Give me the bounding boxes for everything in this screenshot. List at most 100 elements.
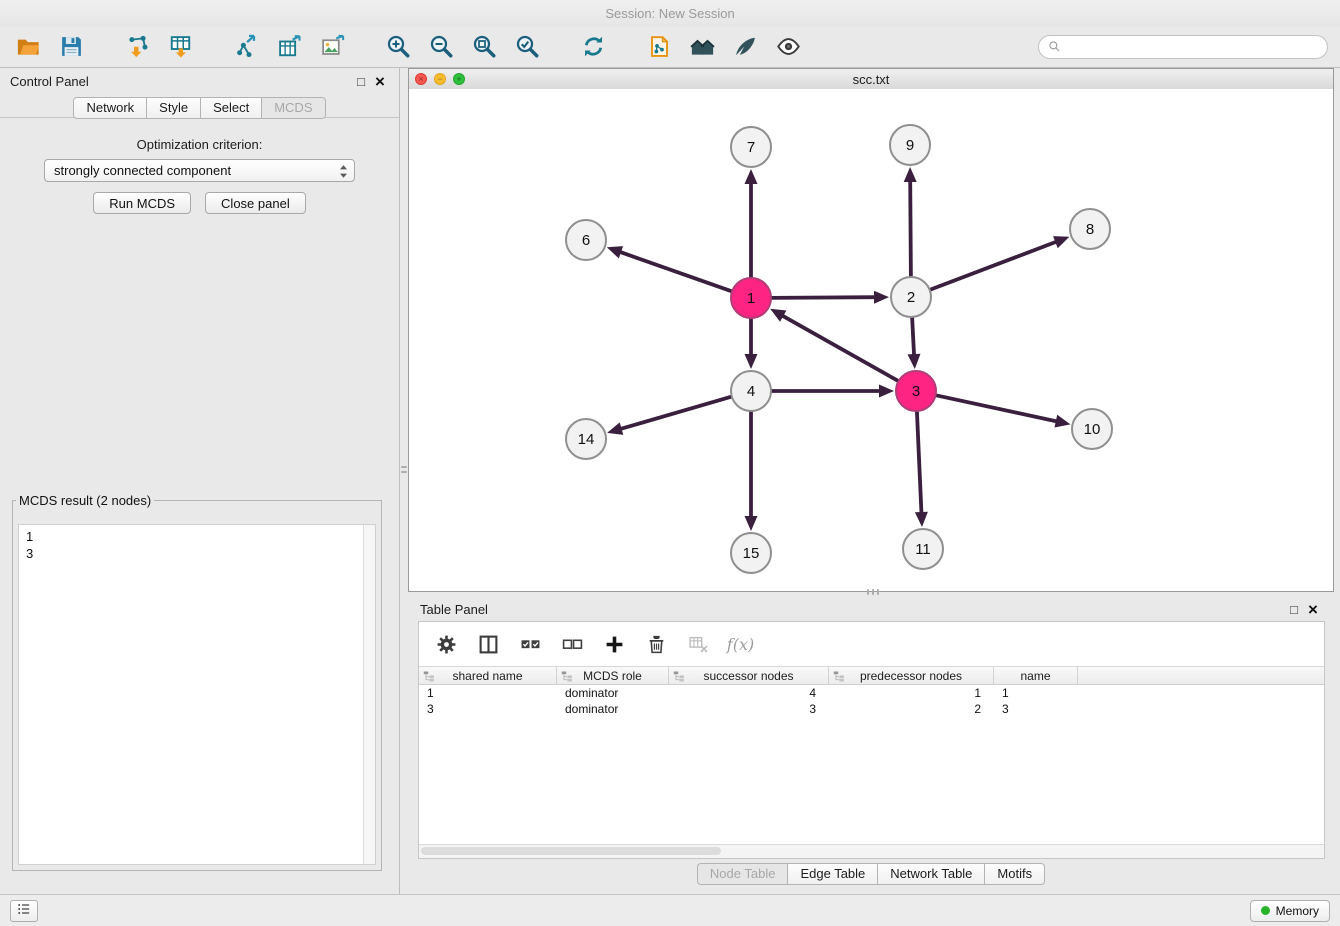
graph-node-8[interactable]: 8 xyxy=(1070,209,1110,249)
graph-edge-4-14[interactable] xyxy=(607,397,732,435)
run-mcds-button[interactable]: Run MCDS xyxy=(93,192,191,214)
svg-text:8: 8 xyxy=(1086,221,1094,238)
export-image-icon[interactable] xyxy=(316,31,348,63)
graph-edge-3-10[interactable] xyxy=(936,395,1071,427)
column-header-predecessor-nodes[interactable]: predecessor nodes xyxy=(829,667,994,684)
zoom-selected-icon[interactable] xyxy=(511,31,543,63)
export-network-icon[interactable] xyxy=(230,31,262,63)
zoom-window-button[interactable]: + xyxy=(453,73,465,85)
close-window-button[interactable]: × xyxy=(415,73,427,85)
graph-node-4[interactable]: 4 xyxy=(731,371,771,411)
float-table-panel-icon[interactable]: □ xyxy=(1284,602,1304,617)
mcds-result-title: MCDS result (2 nodes) xyxy=(16,493,154,508)
graph-node-3[interactable]: 3 xyxy=(896,371,936,411)
graph-node-10[interactable]: 10 xyxy=(1072,409,1112,449)
tab-network[interactable]: Network xyxy=(73,97,147,119)
graph-edge-3-1[interactable] xyxy=(770,309,898,381)
refresh-icon[interactable] xyxy=(577,31,609,63)
table-row[interactable]: 3dominator323 xyxy=(419,701,1324,717)
vertical-splitter-handle[interactable] xyxy=(400,452,408,486)
main-toolbar xyxy=(0,26,1340,68)
graph-node-11[interactable]: 11 xyxy=(903,529,943,569)
column-header-mcds-role[interactable]: MCDS role xyxy=(557,667,669,684)
zoom-fit-icon[interactable] xyxy=(468,31,500,63)
horizontal-splitter-handle[interactable] xyxy=(856,588,890,596)
graph-edge-1-2[interactable] xyxy=(771,291,889,304)
graph-edge-2-8[interactable] xyxy=(930,236,1070,290)
table-tab-motifs[interactable]: Motifs xyxy=(984,863,1045,885)
graph-node-1[interactable]: 1 xyxy=(731,278,771,318)
deselect-all-icon[interactable] xyxy=(559,631,586,658)
column-header-name[interactable]: name xyxy=(994,667,1078,684)
column-header-successor-nodes[interactable]: successor nodes xyxy=(669,667,829,684)
network-canvas[interactable]: 7 9 6 8 1 2 3 4 14 10 15 11 xyxy=(409,89,1333,591)
graph-edge-1-7[interactable] xyxy=(745,169,758,278)
list-icon xyxy=(16,901,32,920)
table-tab-node-table[interactable]: Node Table xyxy=(697,863,789,885)
tree-icon xyxy=(833,670,845,682)
add-icon[interactable] xyxy=(601,631,628,658)
houses-icon[interactable] xyxy=(686,31,718,63)
svg-text:7: 7 xyxy=(747,139,755,156)
graph-edge-2-3[interactable] xyxy=(908,317,921,369)
graph-edge-2-9[interactable] xyxy=(904,167,917,277)
status-menu-button[interactable] xyxy=(10,900,38,922)
columns-icon[interactable] xyxy=(475,631,502,658)
gear-icon[interactable] xyxy=(433,631,460,658)
result-item[interactable]: 1 xyxy=(26,528,364,545)
graph-node-15[interactable]: 15 xyxy=(731,533,771,573)
graph-node-9[interactable]: 9 xyxy=(890,125,930,165)
result-item[interactable]: 3 xyxy=(26,545,364,562)
close-table-panel-icon[interactable]: × xyxy=(1304,601,1322,618)
column-header-shared-name[interactable]: shared name xyxy=(419,667,557,684)
network-window-titlebar[interactable]: scc.txt × − + xyxy=(409,69,1333,90)
memory-button[interactable]: Memory xyxy=(1250,900,1330,922)
table-panel-title: Table Panel xyxy=(420,602,488,617)
table-body: 1dominator4113dominator323 xyxy=(419,685,1324,717)
graph-node-14[interactable]: 14 xyxy=(566,419,606,459)
close-panel-icon[interactable]: × xyxy=(371,73,389,90)
graph-edge-4-3[interactable] xyxy=(771,385,894,398)
select-all-icon[interactable] xyxy=(517,631,544,658)
graph-node-7[interactable]: 7 xyxy=(731,127,771,167)
tab-mcds[interactable]: MCDS xyxy=(261,97,325,119)
table-tab-network-table[interactable]: Network Table xyxy=(877,863,985,885)
search-input[interactable] xyxy=(1067,38,1319,55)
graph-node-2[interactable]: 2 xyxy=(891,277,931,317)
graph-edge-1-6[interactable] xyxy=(607,246,732,291)
graph-edge-4-15[interactable] xyxy=(745,411,758,531)
first-neighbors-icon[interactable] xyxy=(643,31,675,63)
eye-icon[interactable] xyxy=(772,31,804,63)
minimize-window-button[interactable]: − xyxy=(434,73,446,85)
status-bar: Memory xyxy=(0,894,1340,926)
fx-icon[interactable]: f(x) xyxy=(727,631,754,658)
graph-node-6[interactable]: 6 xyxy=(566,220,606,260)
result-scrollbar[interactable] xyxy=(363,525,375,864)
close-panel-button[interactable]: Close panel xyxy=(205,192,306,214)
tab-style[interactable]: Style xyxy=(146,97,201,119)
delete-table-icon[interactable] xyxy=(685,631,712,658)
graph-edge-3-11[interactable] xyxy=(915,411,928,527)
table-tab-edge-table[interactable]: Edge Table xyxy=(787,863,878,885)
graph-edge-1-4[interactable] xyxy=(745,318,758,369)
zoom-out-icon[interactable] xyxy=(425,31,457,63)
import-table-icon[interactable] xyxy=(164,31,196,63)
save-icon[interactable] xyxy=(55,31,87,63)
table-cell: 3 xyxy=(994,702,1078,716)
trash-icon[interactable] xyxy=(643,631,670,658)
export-table-icon[interactable] xyxy=(273,31,305,63)
memory-label: Memory xyxy=(1276,904,1319,918)
criterion-select[interactable]: strongly connected component xyxy=(44,159,355,182)
style-brush-icon[interactable] xyxy=(729,31,761,63)
scrollbar-thumb[interactable] xyxy=(421,847,721,855)
table-cell: 1 xyxy=(829,686,994,700)
main-toolbar-icons xyxy=(12,31,804,63)
table-horizontal-scrollbar[interactable] xyxy=(419,844,1324,858)
open-folder-icon[interactable] xyxy=(12,31,44,63)
import-network-icon[interactable] xyxy=(121,31,153,63)
tab-select[interactable]: Select xyxy=(200,97,262,119)
mcds-result-list: 13 xyxy=(19,525,364,864)
table-row[interactable]: 1dominator411 xyxy=(419,685,1324,701)
zoom-in-icon[interactable] xyxy=(382,31,414,63)
float-panel-icon[interactable]: □ xyxy=(351,74,371,89)
